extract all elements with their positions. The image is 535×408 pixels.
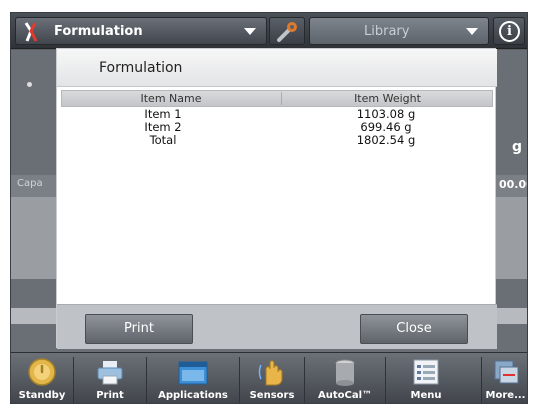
close-button[interactable]: Close	[360, 314, 468, 344]
item-weight-cell: 1802.54 g	[356, 133, 416, 147]
calibration-weight-icon	[330, 357, 360, 387]
sensors-button[interactable]: Sensors	[240, 353, 304, 403]
autocal-button[interactable]: AutoCal™	[305, 353, 385, 403]
more-button[interactable]: More...	[482, 353, 527, 403]
dialog-footer: Print Close	[57, 304, 497, 349]
applications-icon	[178, 357, 208, 387]
tools-button[interactable]	[269, 17, 305, 45]
chevron-down-icon	[244, 28, 256, 35]
balance-screen: Formulation Library i g Capa 00.00	[10, 12, 528, 404]
wrench-icon	[276, 21, 300, 47]
weight-unit: g	[512, 139, 523, 155]
table-row: Item 1 1103.08 g	[61, 108, 493, 121]
print-button[interactable]: Print	[85, 314, 193, 344]
application-label: Formulation	[54, 24, 143, 39]
autocal-label: AutoCal™	[317, 390, 373, 401]
print-label: Print	[96, 390, 124, 401]
column-header-item-name: Item Name	[140, 92, 202, 105]
print-toolbar-button[interactable]: Print	[74, 353, 146, 403]
standby-label: Standby	[18, 390, 66, 401]
chevron-down-icon	[466, 28, 478, 35]
sensors-label: Sensors	[249, 390, 295, 401]
applications-button[interactable]: Applications	[147, 353, 239, 403]
capacity-value: 00.00	[499, 178, 527, 191]
status-dot	[27, 82, 32, 87]
table-row: Item 2 699.46 g	[61, 121, 493, 134]
standby-button[interactable]: Standby	[11, 353, 73, 403]
hand-sensor-icon	[257, 357, 287, 387]
dialog-header: Formulation	[57, 49, 497, 87]
top-bar: Formulation Library i	[11, 13, 527, 49]
bottom-toolbar: Standby Print Applications Sensors AutoC…	[11, 352, 527, 403]
menu-label: Menu	[410, 390, 442, 401]
menu-button[interactable]: Menu	[386, 353, 466, 403]
table-row-total: Total 1802.54 g	[61, 134, 493, 147]
library-dropdown[interactable]: Library	[309, 17, 489, 45]
printer-icon	[95, 357, 125, 387]
column-header-item-weight: Item Weight	[281, 92, 493, 105]
dialog-title: Formulation	[99, 60, 183, 76]
library-label: Library	[364, 24, 410, 39]
standby-icon	[27, 357, 57, 387]
applications-label: Applications	[158, 390, 228, 401]
table-header: Item Name Item Weight	[61, 90, 493, 107]
application-dropdown[interactable]: Formulation	[15, 17, 267, 45]
formulation-dialog: Formulation Item Name Item Weight Item 1…	[56, 48, 497, 349]
more-label: More...	[485, 390, 526, 401]
item-name-cell: Total	[149, 133, 177, 147]
menu-icon	[411, 357, 441, 387]
table-body: Item 1 1103.08 g Item 2 699.46 g Total 1…	[61, 108, 493, 147]
info-icon: i	[499, 21, 520, 42]
formulation-icon	[22, 21, 40, 43]
more-icon	[491, 357, 521, 387]
capacity-label: Capa	[17, 178, 43, 189]
info-button[interactable]: i	[493, 17, 525, 45]
